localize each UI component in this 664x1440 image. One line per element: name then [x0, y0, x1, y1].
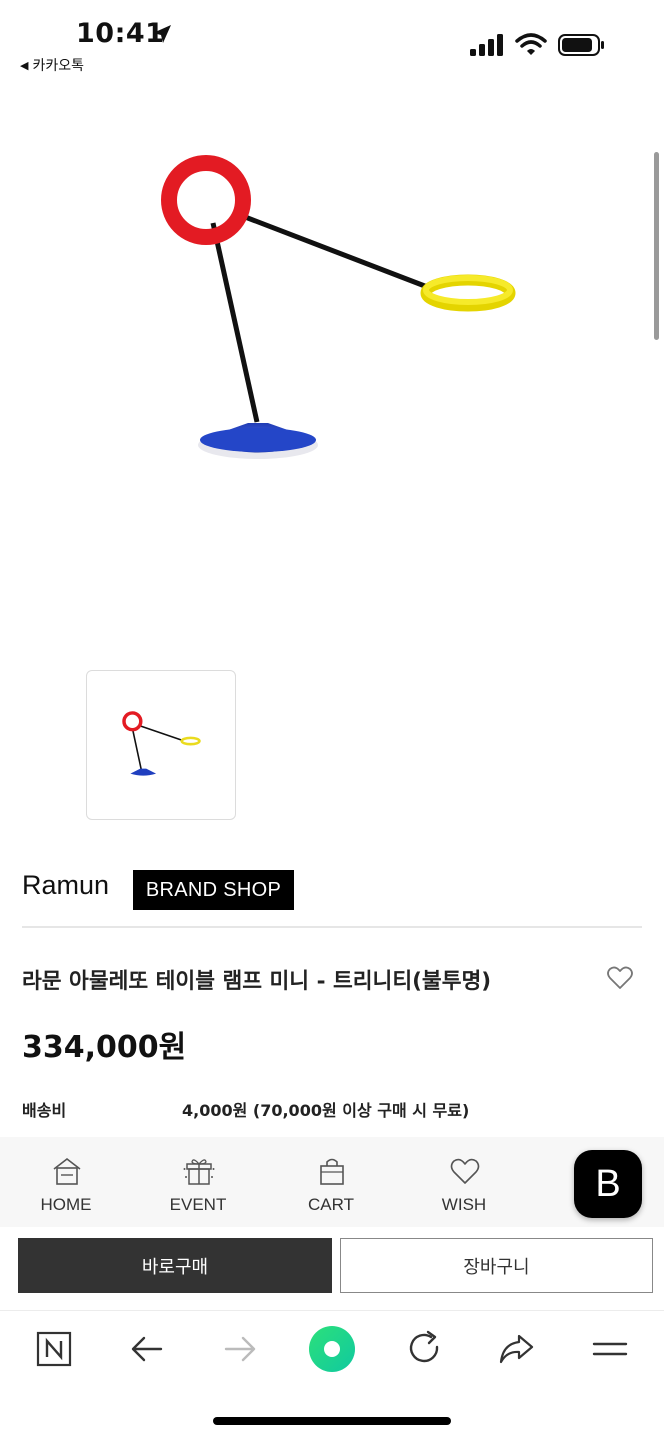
product-thumbnail[interactable] [86, 670, 236, 820]
product-price: 334,000원 [22, 1030, 187, 1065]
nav-wish[interactable]: WISH [414, 1137, 514, 1227]
menu-icon[interactable] [590, 1329, 630, 1369]
back-triangle-icon: ◀ [20, 58, 29, 72]
nav-home-label: HOME [40, 1195, 92, 1214]
brand-name[interactable]: Ramun [22, 870, 109, 901]
add-to-cart-button[interactable]: 장바구니 [340, 1238, 653, 1293]
forward-arrow-icon[interactable] [220, 1329, 260, 1369]
cellular-signal-icon [470, 34, 503, 56]
divider [22, 926, 642, 928]
browser-toolbar [0, 1310, 664, 1390]
nav-home[interactable]: HOME [16, 1137, 116, 1227]
brand-shop-button[interactable]: BRAND SHOP [133, 870, 294, 910]
wifi-icon [515, 33, 547, 55]
shipping-value: 4,000원 (70,000원 이상 구매 시 무료) [182, 1101, 470, 1120]
thumbnail-image [122, 711, 201, 776]
shopping-bag-icon [320, 1158, 344, 1185]
product-title: 라문 아물레또 테이블 램프 미니 - 트리니티(불투명) [22, 969, 492, 994]
b-floating-button[interactable]: B [574, 1150, 642, 1218]
naver-n-icon[interactable] [34, 1329, 74, 1369]
battery-icon [558, 34, 604, 56]
product-main-image[interactable] [100, 120, 560, 500]
back-to-app-link[interactable]: ◀ 카카오톡 [20, 55, 84, 75]
nav-event[interactable]: EVENT [148, 1137, 248, 1227]
gift-icon [183, 1159, 215, 1185]
back-arrow-icon[interactable] [127, 1329, 167, 1369]
share-icon[interactable] [497, 1329, 537, 1369]
scrollbar[interactable] [654, 152, 659, 340]
nav-cart[interactable]: CART [281, 1137, 381, 1227]
nav-wish-label: WISH [441, 1195, 487, 1214]
home-indicator[interactable] [213, 1417, 451, 1425]
nav-event-label: EVENT [169, 1195, 227, 1214]
nav-cart-label: CART [308, 1195, 354, 1214]
buy-now-button[interactable]: 바로구매 [18, 1238, 332, 1293]
refresh-icon[interactable] [404, 1329, 444, 1369]
back-app-label: 카카오톡 [32, 58, 84, 74]
location-arrow-icon [153, 25, 171, 43]
wishlist-heart-icon[interactable] [606, 964, 634, 992]
shipping-label: 배송비 [22, 1101, 67, 1120]
green-dot-icon[interactable] [308, 1325, 356, 1373]
status-bar: 10:41 ◀ 카카오톡 [0, 0, 664, 80]
shop-bottom-nav: HOME EVENT CART WISH [0, 1137, 664, 1227]
home-icon [53, 1157, 81, 1185]
heart-icon [450, 1158, 480, 1184]
